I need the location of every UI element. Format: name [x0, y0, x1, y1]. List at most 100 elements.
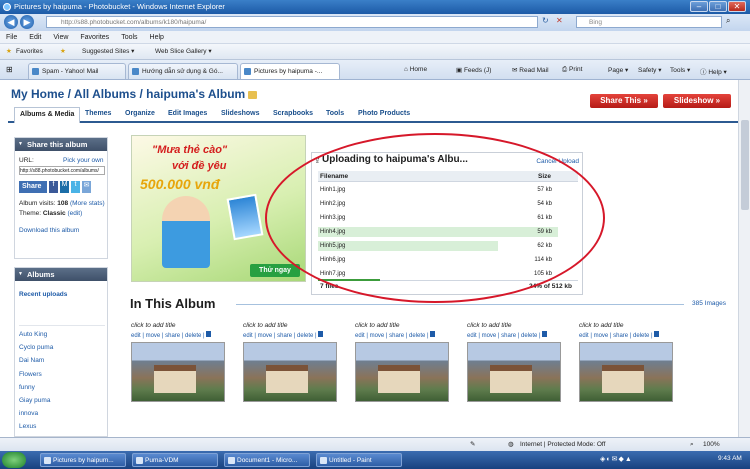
- taskbar-item[interactable]: Untitled - Paint: [316, 453, 402, 467]
- windows-taskbar: Pictures by haipum... Puma-VDM Document1…: [0, 451, 750, 469]
- menu-edit[interactable]: Edit: [29, 34, 41, 41]
- album-item[interactable]: Auto King: [19, 328, 53, 341]
- globe-icon: ◍: [508, 441, 514, 448]
- tab-edit-images[interactable]: Edit Images: [168, 110, 207, 117]
- zone-status[interactable]: Internet | Protected Mode: Off: [520, 438, 605, 451]
- info-icon[interactable]: [430, 331, 436, 337]
- album-url-field[interactable]: http://s88.photobucket.com/albums/: [19, 166, 105, 175]
- album-item[interactable]: Lexus: [19, 420, 53, 433]
- minimize-button[interactable]: –: [690, 1, 708, 12]
- facebook-icon[interactable]: f: [49, 181, 58, 193]
- lock-icon: [248, 90, 258, 99]
- thumb-title[interactable]: click to add title: [355, 322, 461, 329]
- print-button[interactable]: ⎙ Print: [562, 66, 582, 74]
- page-scrollbar[interactable]: [738, 80, 750, 437]
- menu-view[interactable]: View: [53, 34, 68, 41]
- recent-uploads-link[interactable]: Recent uploads: [19, 291, 67, 298]
- scrollbar-thumb[interactable]: [741, 120, 749, 210]
- start-button[interactable]: [2, 452, 26, 468]
- taskbar-item[interactable]: Pictures by haipum...: [40, 453, 126, 467]
- url-field[interactable]: http://s88.photobucket.com/albums/k180/h…: [46, 16, 538, 28]
- thumbnail-image[interactable]: [131, 342, 225, 402]
- more-stats-link[interactable]: (More stats): [70, 200, 105, 207]
- thumb-title[interactable]: click to add title: [131, 322, 237, 329]
- home-button[interactable]: ⌂ Home: [404, 66, 427, 73]
- thumb-action-links[interactable]: edit | move | share | delete |: [579, 333, 653, 339]
- zoom-level[interactable]: 100%: [703, 438, 720, 451]
- albums-panel-header[interactable]: Albums: [15, 268, 107, 281]
- thumbnail-image[interactable]: [243, 342, 337, 402]
- thumb-action-links[interactable]: edit | move | share | delete |: [355, 333, 429, 339]
- share-panel-header[interactable]: Share this album: [15, 138, 107, 151]
- tab-slideshows[interactable]: Slideshows: [221, 110, 260, 117]
- visits-label: Album visits:: [19, 200, 56, 207]
- info-icon[interactable]: [542, 331, 548, 337]
- try-now-button[interactable]: Thử ngay: [250, 264, 300, 277]
- feeds-button[interactable]: ▣ Feeds (J): [456, 66, 491, 74]
- thumb-action-links[interactable]: edit | move | share | delete |: [243, 333, 317, 339]
- read-mail-button[interactable]: ✉ Read Mail: [512, 66, 549, 74]
- status-bar: ✎ ◍ Internet | Protected Mode: Off ⌕ 100…: [0, 437, 750, 451]
- tools-menu[interactable]: Tools ▾: [670, 66, 690, 74]
- close-button[interactable]: ✕: [728, 1, 746, 12]
- edit-theme-link[interactable]: (edit): [67, 210, 82, 217]
- menu-help[interactable]: Help: [150, 34, 164, 41]
- image-count-link[interactable]: 385 Images: [692, 300, 726, 307]
- thumb-title[interactable]: click to add title: [243, 322, 349, 329]
- thumb-action-links[interactable]: edit | move | share | delete |: [131, 333, 205, 339]
- download-album-link[interactable]: Download this album: [19, 227, 79, 234]
- tab-albums-media[interactable]: Albums & Media: [14, 107, 81, 123]
- album-item[interactable]: funny: [19, 381, 53, 394]
- favorites-button[interactable]: Favorites: [16, 44, 43, 60]
- tab-photo-products[interactable]: Photo Products: [358, 110, 410, 117]
- info-icon[interactable]: [318, 331, 324, 337]
- forward-button[interactable]: ▶: [20, 15, 34, 29]
- stop-icon[interactable]: ✕: [556, 16, 563, 25]
- safety-menu[interactable]: Safety ▾: [638, 66, 662, 74]
- thumb-title[interactable]: click to add title: [467, 322, 573, 329]
- refresh-icon[interactable]: ↻: [542, 16, 549, 25]
- breadcrumb[interactable]: My Home / All Albums / haipuma's Album: [11, 87, 258, 101]
- clock[interactable]: 9:43 AM: [718, 455, 742, 462]
- thumbnail-image[interactable]: [355, 342, 449, 402]
- tab-tools[interactable]: Tools: [326, 110, 344, 117]
- album-item[interactable]: innova: [19, 407, 53, 420]
- twitter-icon[interactable]: t: [71, 181, 80, 193]
- album-item[interactable]: Dai Nam: [19, 354, 53, 367]
- pick-your-own-link[interactable]: Pick your own: [63, 157, 103, 164]
- myspace-icon[interactable]: M: [60, 181, 69, 193]
- page-menu[interactable]: Page ▾: [608, 66, 628, 74]
- album-item[interactable]: Flowers: [19, 368, 53, 381]
- thumb-title[interactable]: click to add title: [579, 322, 685, 329]
- tab-organize[interactable]: Organize: [125, 110, 155, 117]
- menu-file[interactable]: File: [6, 34, 17, 41]
- share-button[interactable]: Share: [19, 181, 47, 193]
- email-icon[interactable]: ✉: [82, 181, 91, 193]
- album-item[interactable]: Giay puma: [19, 394, 53, 407]
- web-slice-gallery-link[interactable]: Web Slice Gallery ▾: [155, 44, 212, 60]
- add-favorite-icon[interactable]: ★: [60, 44, 66, 60]
- quick-tabs-icon[interactable]: ⊞: [6, 65, 13, 74]
- menu-favorites[interactable]: Favorites: [80, 34, 109, 41]
- menu-tools[interactable]: Tools: [121, 34, 137, 41]
- thumb-action-links[interactable]: edit | move | share | delete |: [467, 333, 541, 339]
- help-menu[interactable]: ⓘ Help ▾: [700, 66, 727, 76]
- tab-themes[interactable]: Themes: [85, 110, 111, 117]
- thumbnail-image[interactable]: [467, 342, 561, 402]
- info-icon[interactable]: [654, 331, 660, 337]
- tray-icons[interactable]: ◈◐✉◆▲: [600, 455, 633, 463]
- taskbar-item[interactable]: Puma-VDM: [132, 453, 218, 467]
- search-icon[interactable]: ⌕: [726, 16, 730, 26]
- maximize-button[interactable]: □: [709, 1, 727, 12]
- tab-photobucket[interactable]: Pictures by haipuma -...: [240, 63, 340, 79]
- back-button[interactable]: ◀: [4, 15, 18, 29]
- info-icon[interactable]: [206, 331, 212, 337]
- tab-huong-dan[interactable]: Hướng dẫn sử dụng & Gó...: [128, 63, 238, 79]
- taskbar-item[interactable]: Document1 - Micro...: [224, 453, 310, 467]
- search-input[interactable]: Bing: [576, 16, 722, 28]
- suggested-sites-link[interactable]: Suggested Sites ▾: [82, 44, 134, 60]
- album-item[interactable]: Cyclo puma: [19, 341, 53, 354]
- tab-scrapbooks[interactable]: Scrapbooks: [273, 110, 313, 117]
- thumbnail-image[interactable]: [579, 342, 673, 402]
- tab-yahoo-mail[interactable]: Spam - Yahoo! Mail: [28, 63, 126, 79]
